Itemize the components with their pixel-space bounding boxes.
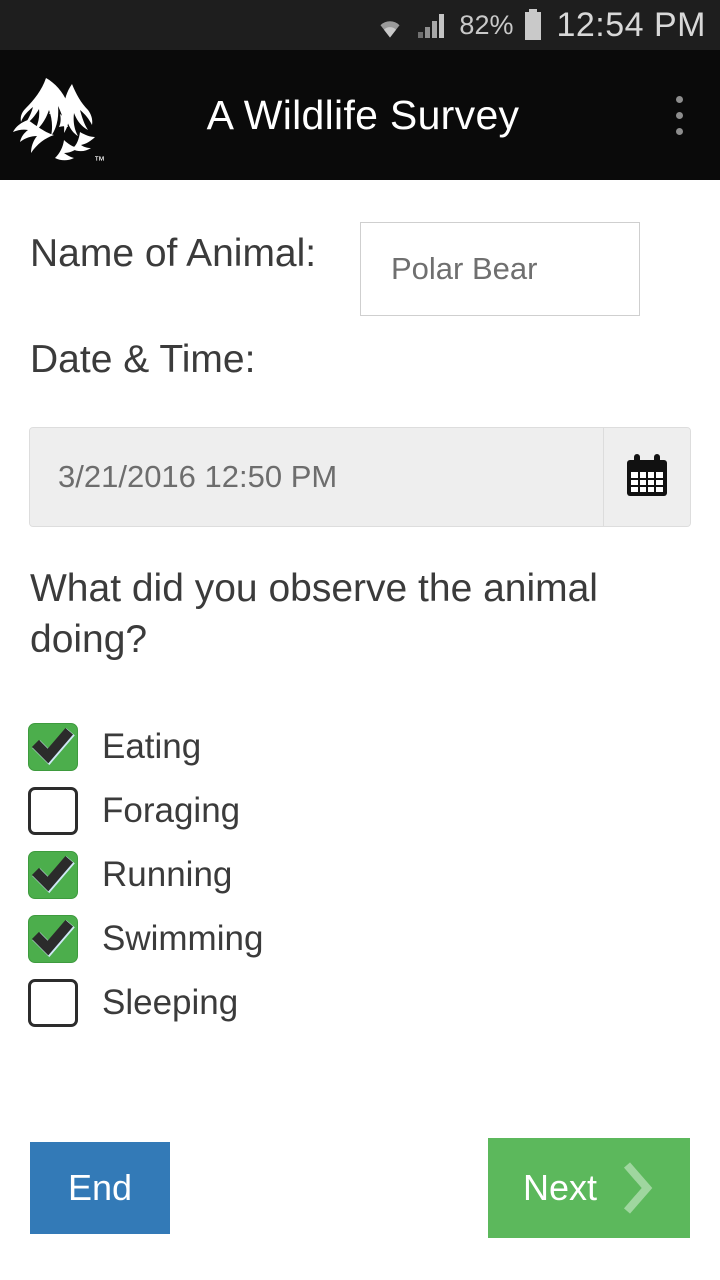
app-logo-icon: ™ [2,56,120,174]
status-bar: 82% 12:54 PM [0,0,720,50]
next-button[interactable]: Next [488,1138,690,1238]
option-label-eating: Eating [102,727,202,766]
checkbox-sleeping[interactable] [28,979,78,1027]
next-button-label: Next [522,1167,598,1208]
option-row-running[interactable]: Running [28,843,688,907]
observation-options-list: Eating Foraging Running Swimming Sleepin… [28,715,688,1035]
checkbox-foraging[interactable] [28,787,78,835]
cellular-signal-icon [417,11,449,39]
name-of-animal-label: Name of Animal: [30,232,317,275]
app-screen: 82% 12:54 PM ™ A Wildlife Survey Name of… [0,0,720,1280]
observation-question: What did you observe the animal doing? [30,567,598,661]
name-of-animal-row: Name of Animal: [0,210,720,316]
calendar-picker-button[interactable] [604,428,690,526]
option-row-sleeping[interactable]: Sleeping [28,971,688,1035]
page-title: A Wildlife Survey [206,91,520,138]
overflow-menu-icon[interactable] [646,65,712,165]
chevron-right-icon [619,1159,655,1217]
option-label-swimming: Swimming [102,919,264,958]
option-label-sleeping: Sleeping [102,983,239,1022]
app-bar: ™ A Wildlife Survey [0,50,720,180]
end-button[interactable]: End [30,1142,170,1234]
date-time-label: Date & Time: [30,338,256,381]
date-time-input[interactable] [30,428,604,526]
svg-text:™: ™ [94,155,105,167]
battery-percent-label: 82% [459,9,514,40]
option-label-foraging: Foraging [102,791,241,830]
date-time-row [29,427,691,527]
overflow-dot [675,127,683,135]
option-row-foraging[interactable]: Foraging [28,779,688,843]
option-row-swimming[interactable]: Swimming [28,907,688,971]
battery-icon [523,9,543,41]
status-clock: 12:54 PM [556,6,706,44]
survey-form: Name of Animal: Date & Time: [0,180,720,1280]
option-label-running: Running [102,855,233,894]
wifi-icon [373,11,407,39]
name-of-animal-input[interactable] [360,222,640,316]
checkbox-running[interactable] [28,851,78,899]
overflow-dot [675,111,683,119]
checkbox-eating[interactable] [28,723,78,771]
option-row-eating[interactable]: Eating [28,715,688,779]
overflow-dot [675,95,683,103]
calendar-icon [625,453,669,502]
checkbox-swimming[interactable] [28,915,78,963]
